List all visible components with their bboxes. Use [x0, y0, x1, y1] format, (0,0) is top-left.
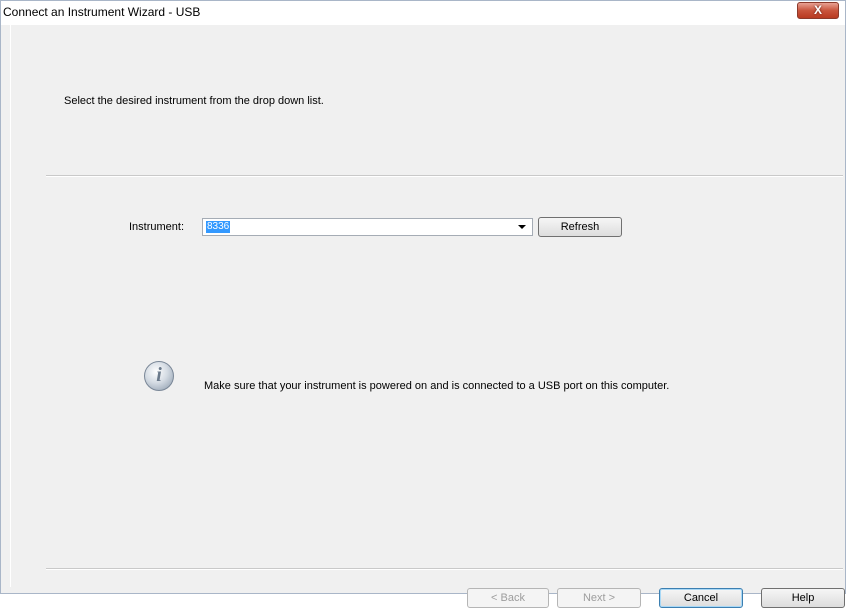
instrument-label: Instrument: — [129, 221, 185, 233]
back-button[interactable]: < Back — [467, 588, 549, 608]
header-divider — [46, 175, 843, 177]
help-button[interactable]: Help — [761, 588, 845, 608]
refresh-button[interactable]: Refresh — [538, 217, 622, 237]
close-button[interactable]: X — [797, 2, 839, 19]
info-message: Make sure that your instrument is powere… — [204, 380, 670, 392]
instrument-dropdown[interactable]: 8336 — [202, 218, 533, 236]
instruction-text: Select the desired instrument from the d… — [64, 95, 324, 107]
title-bar[interactable]: Connect an Instrument Wizard - USB X — [1, 1, 845, 25]
wizard-window: Connect an Instrument Wizard - USB X Sel… — [0, 0, 846, 608]
next-button[interactable]: Next > — [557, 588, 641, 608]
footer-divider — [46, 568, 843, 570]
window-title: Connect an Instrument Wizard - USB — [3, 5, 201, 19]
cancel-button[interactable]: Cancel — [659, 588, 743, 608]
instrument-selected-value: 8336 — [206, 221, 231, 233]
chevron-down-icon[interactable] — [518, 225, 526, 229]
info-icon: i — [144, 361, 174, 391]
close-icon: X — [813, 3, 822, 17]
wizard-content: Select the desired instrument from the d… — [10, 25, 845, 608]
